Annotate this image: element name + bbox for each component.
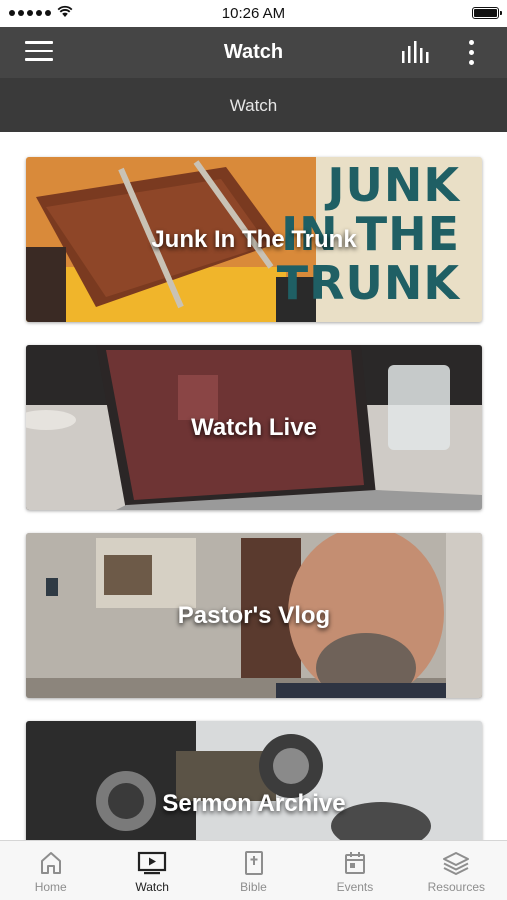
tab-events[interactable]: Events xyxy=(304,841,405,900)
card-label: Junk In The Trunk xyxy=(151,225,357,253)
video-player-icon xyxy=(138,851,167,875)
bible-icon xyxy=(244,851,263,875)
hamburger-menu-icon[interactable] xyxy=(25,41,53,63)
media-card-watch-live[interactable]: Watch Live xyxy=(26,345,482,510)
tab-label: Resources xyxy=(427,880,485,894)
home-icon xyxy=(40,852,61,874)
audio-bars-icon[interactable] xyxy=(401,41,431,63)
card-label: Watch Live xyxy=(191,413,317,441)
projector-photo-image xyxy=(26,721,482,840)
media-card-sermon-archive[interactable]: Sermon Archive xyxy=(26,721,482,840)
calendar-icon xyxy=(344,852,365,874)
tab-home[interactable]: Home xyxy=(0,841,101,900)
tab-watch[interactable]: Watch xyxy=(101,841,202,900)
vertical-dots-icon[interactable] xyxy=(466,40,476,66)
card-label: Pastor's Vlog xyxy=(177,601,331,629)
tab-label: Bible xyxy=(240,880,267,894)
tab-label: Home xyxy=(34,880,67,894)
nav-bar: Watch xyxy=(0,27,507,78)
tab-resources[interactable]: Resources xyxy=(406,841,507,900)
status-time: 10:26 AM xyxy=(221,5,286,22)
tab-bar: Home Watch Bible Events Resources xyxy=(0,840,507,900)
layers-icon xyxy=(443,852,470,875)
section-header: Watch xyxy=(0,78,507,132)
media-card-junk-in-the-trunk[interactable]: JUNK IN THE TRUNK Junk In The Trunk xyxy=(26,157,482,322)
tab-bible[interactable]: Bible xyxy=(203,841,304,900)
tab-label: Watch xyxy=(135,880,169,894)
battery-icon xyxy=(472,7,502,19)
media-feed[interactable]: JUNK IN THE TRUNK Junk In The Trunk Watc… xyxy=(0,132,507,840)
section-title: Watch xyxy=(229,96,278,115)
status-bar: 10:26 AM xyxy=(0,0,507,27)
card-label: Sermon Archive xyxy=(162,789,346,817)
media-card-pastors-vlog[interactable]: Pastor's Vlog xyxy=(26,533,482,698)
tab-label: Events xyxy=(336,880,374,894)
